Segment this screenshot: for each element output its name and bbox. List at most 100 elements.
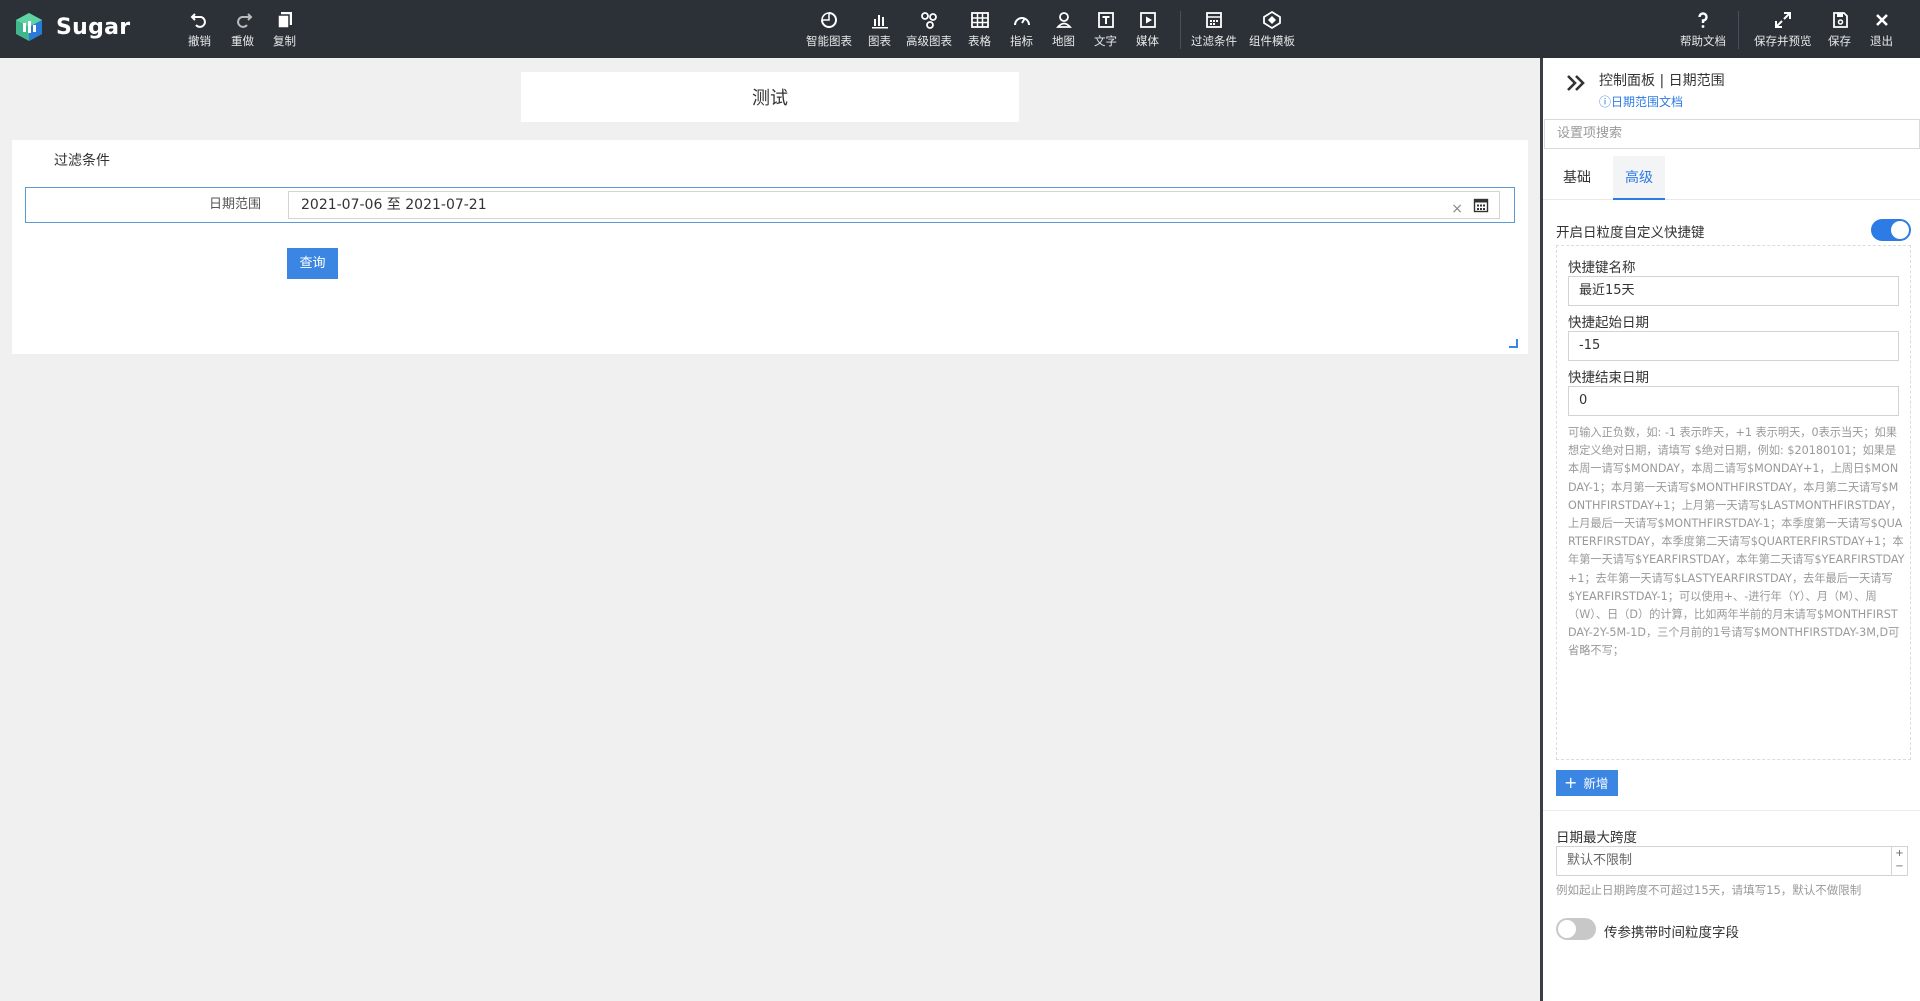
panel-tabs: 基础 高级 [1543, 156, 1920, 200]
copy-icon [276, 12, 292, 29]
advanced-chart-icon [921, 12, 937, 29]
exit-icon [1875, 14, 1888, 26]
sugar-logo-icon [16, 13, 42, 41]
template-label: 组件模板 [1249, 34, 1295, 48]
toolbar-divider [1180, 11, 1181, 49]
time-field-label: 传参携带时间粒度字段 [1604, 925, 1739, 941]
exit-button[interactable]: 退出 [1870, 10, 1893, 49]
max-span-input[interactable]: 默认不限制 + − [1556, 846, 1908, 876]
map-label: 地图 [1052, 34, 1075, 48]
gauge-button[interactable]: 指标 [1010, 10, 1033, 49]
filter-heading: 过滤条件 [54, 153, 110, 169]
add-shortcut-button[interactable]: + 新增 [1556, 770, 1618, 796]
max-span-label: 日期最大跨度 [1556, 830, 1637, 846]
tab-basic[interactable]: 基础 [1551, 156, 1603, 200]
time-field-row: 传参携带时间粒度字段 [1556, 918, 1856, 942]
clear-icon[interactable]: × [1451, 196, 1463, 222]
chart-icon [871, 15, 888, 29]
panel-title: 控制面板 | 日期范围 [1599, 73, 1725, 89]
settings-search-input[interactable]: 设置项搜索 [1544, 119, 1920, 149]
shortcut-name-label: 快捷键名称 [1568, 260, 1636, 276]
text-button[interactable]: 文字 [1094, 10, 1117, 49]
save-icon [1832, 12, 1848, 28]
panel-header: 控制面板 | 日期范围 ⓘ日期范围文档 [1543, 58, 1920, 118]
custom-shortcut-toggle[interactable] [1871, 219, 1911, 241]
max-span-hint: 例如起止日期跨度不可超过15天，请填写15，默认不做限制 [1556, 883, 1862, 897]
media-label: 媒体 [1136, 34, 1159, 48]
panel-divider [1543, 810, 1920, 811]
custom-shortcut-label: 开启日粒度自定义快捷键 [1556, 225, 1705, 241]
resize-handle[interactable] [1509, 339, 1518, 348]
filter-button[interactable]: 过滤条件 [1191, 10, 1237, 49]
chart-label: 图表 [868, 34, 891, 48]
undo-label: 撤销 [188, 34, 211, 48]
filter-label: 过滤条件 [1191, 34, 1237, 48]
save-preview-label: 保存并预览 [1754, 34, 1812, 48]
text-label: 文字 [1094, 34, 1117, 48]
gauge-label: 指标 [1010, 34, 1033, 48]
calendar-icon[interactable] [1473, 197, 1489, 213]
dashboard-canvas: 测试 过滤条件 日期范围 2021-07-06 至 2021-07-21 × 查… [0, 58, 1540, 1001]
filter-component[interactable]: 过滤条件 日期范围 2021-07-06 至 2021-07-21 × 查询 [12, 140, 1528, 354]
table-label: 表格 [968, 34, 991, 48]
help-label: 帮助文档 [1680, 34, 1726, 48]
query-button[interactable]: 查询 [287, 248, 338, 279]
shortcut-start-input[interactable]: -15 [1568, 331, 1899, 361]
help-button[interactable]: 帮助文档 [1680, 10, 1726, 49]
undo-icon [190, 13, 206, 28]
max-span-placeholder: 默认不限制 [1567, 853, 1633, 868]
top-toolbar: Sugar 撤销 重做 复制 智能图表 图表 高级图表 表格 指标 地图 文字 [0, 0, 1920, 58]
shortcut-end-input[interactable]: 0 [1568, 386, 1899, 416]
toggle-knob [1891, 221, 1909, 239]
undo-button[interactable]: 撤销 [188, 10, 211, 49]
gauge-icon [1013, 17, 1030, 26]
shortcut-end-label: 快捷结束日期 [1568, 370, 1649, 386]
map-button[interactable]: 地图 [1052, 10, 1075, 49]
plus-icon: + [1564, 773, 1578, 792]
smart-chart-icon [821, 12, 837, 28]
advanced-chart-button[interactable]: 高级图表 [906, 10, 952, 49]
filter-icon [1206, 12, 1222, 28]
tab-advanced[interactable]: 高级 [1613, 156, 1665, 200]
stepper-down-icon[interactable]: − [1892, 860, 1907, 873]
shortcut-name-input[interactable]: 最近15天 [1568, 276, 1899, 306]
save-preview-button[interactable]: 保存并预览 [1754, 10, 1812, 49]
copy-button[interactable]: 复制 [273, 10, 296, 49]
text-icon [1097, 12, 1114, 28]
redo-icon [236, 13, 252, 28]
media-icon [1139, 12, 1156, 28]
add-label: 新增 [1583, 776, 1609, 791]
brand[interactable]: Sugar [14, 12, 130, 42]
shortcut-start-label: 快捷起始日期 [1568, 315, 1649, 331]
advanced-chart-label: 高级图表 [906, 34, 952, 48]
chart-button[interactable]: 图表 [868, 10, 891, 49]
redo-button[interactable]: 重做 [231, 10, 254, 49]
template-button[interactable]: 组件模板 [1249, 10, 1295, 49]
table-button[interactable]: 表格 [968, 10, 991, 49]
toggle-knob [1558, 920, 1576, 938]
date-range-input[interactable]: 2021-07-06 至 2021-07-21 × [288, 191, 1500, 219]
copy-label: 复制 [273, 34, 296, 48]
date-range-doc-link[interactable]: ⓘ日期范围文档 [1599, 93, 1683, 110]
template-icon [1263, 10, 1281, 30]
exit-label: 退出 [1870, 34, 1893, 48]
redo-label: 重做 [231, 34, 254, 48]
save-button[interactable]: 保存 [1828, 10, 1851, 49]
control-panel: 控制面板 | 日期范围 ⓘ日期范围文档 设置项搜索 基础 高级 开启日粒度自定义… [1540, 58, 1920, 1001]
collapse-panel-icon[interactable] [1565, 72, 1587, 94]
custom-shortcut-row: 开启日粒度自定义快捷键 [1556, 218, 1911, 244]
date-range-value: 2021-07-06 至 2021-07-21 [301, 197, 487, 213]
save-label: 保存 [1828, 34, 1851, 48]
map-icon [1055, 12, 1072, 28]
preview-icon [1774, 12, 1791, 28]
stepper-up-icon[interactable]: + [1892, 847, 1907, 860]
time-field-toggle[interactable] [1556, 918, 1596, 940]
toolbar-divider-right [1738, 11, 1739, 49]
smart-chart-button[interactable]: 智能图表 [806, 10, 852, 49]
media-button[interactable]: 媒体 [1136, 10, 1159, 49]
dashboard-title[interactable]: 测试 [521, 72, 1019, 122]
app-name: Sugar [56, 14, 131, 40]
date-range-filter-row[interactable]: 日期范围 2021-07-06 至 2021-07-21 × [25, 187, 1515, 223]
smart-chart-label: 智能图表 [806, 34, 852, 48]
number-stepper[interactable]: + − [1891, 847, 1907, 875]
